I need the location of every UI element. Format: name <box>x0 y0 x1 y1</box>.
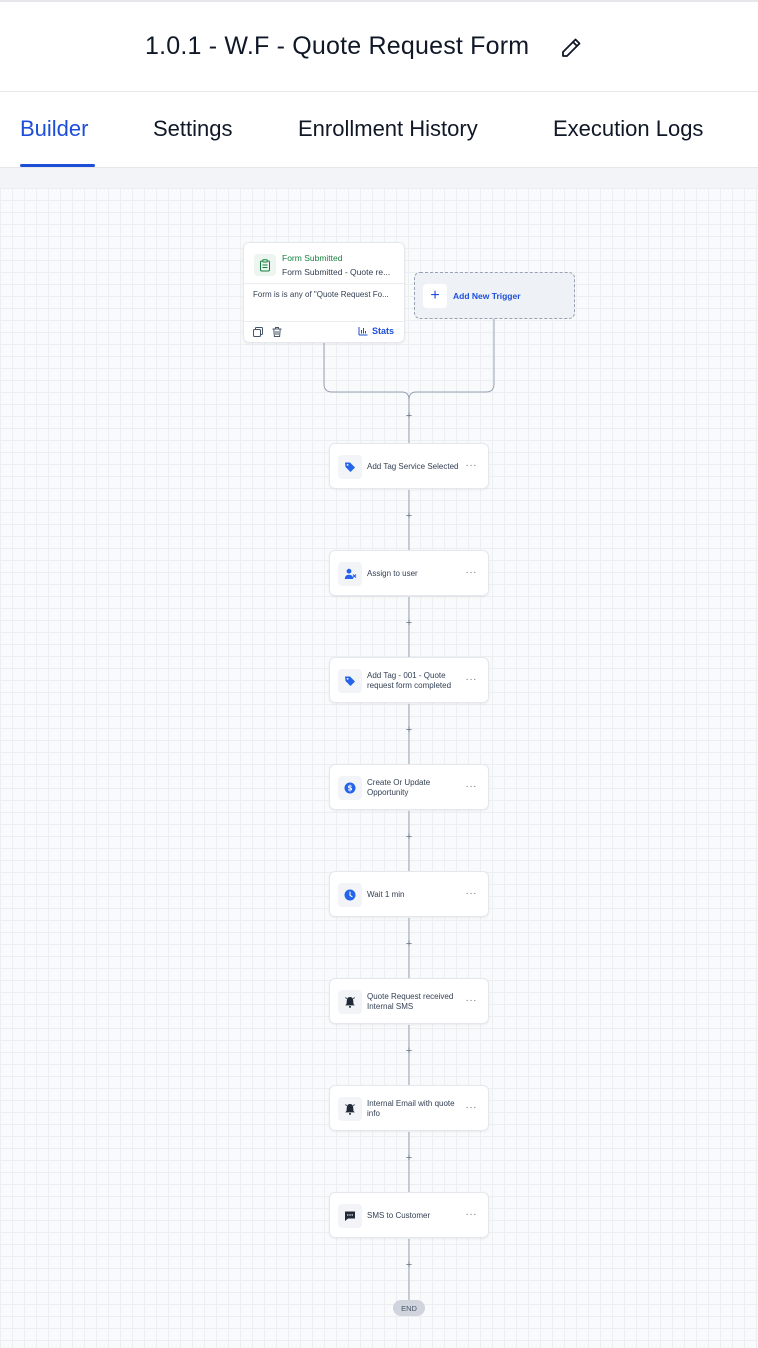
clock-icon <box>338 883 362 907</box>
action-label: Create Or Update Opportunity <box>367 778 431 797</box>
action-label: Add Tag - 001 - Quote request form compl… <box>367 671 452 690</box>
tag-icon <box>338 669 362 693</box>
more-options-icon[interactable]: ··· <box>466 996 478 1006</box>
trigger-title: Form Submitted <box>282 253 343 263</box>
stats-label: Stats <box>372 326 395 336</box>
workflow-title[interactable]: 1.0.1 - W.F - Quote Request Form <box>145 32 529 61</box>
add-step-button[interactable]: + <box>402 409 416 423</box>
action-card-add-tag-quote-request-completed[interactable]: Add Tag - 001 - Quote request form compl… <box>329 657 489 703</box>
tab-execution-logs[interactable]: Execution Logs <box>553 116 703 142</box>
add-step-button[interactable]: + <box>402 723 416 737</box>
stats-button[interactable]: Stats <box>358 326 394 336</box>
add-step-button[interactable]: + <box>402 1258 416 1272</box>
action-label: Wait 1 min <box>367 890 405 899</box>
add-step-button[interactable]: + <box>402 509 416 523</box>
add-step-button[interactable]: + <box>402 937 416 951</box>
action-label: Internal Email with quote info <box>367 1099 455 1118</box>
header-bar: 1.0.1 - W.F - Quote Request Form <box>0 0 758 92</box>
pencil-icon <box>562 38 581 57</box>
tab-settings[interactable]: Settings <box>153 116 233 142</box>
trigger-card[interactable]: Form Submitted Form Submitted - Quote re… <box>243 242 405 343</box>
more-options-icon[interactable]: ··· <box>466 1103 478 1113</box>
trash-icon[interactable] <box>271 326 283 338</box>
more-options-icon[interactable]: ··· <box>466 675 478 685</box>
more-options-icon[interactable]: ··· <box>466 568 478 578</box>
add-step-button[interactable]: + <box>402 830 416 844</box>
trigger-subtitle: Form Submitted - Quote re... <box>282 267 391 277</box>
add-new-trigger-button[interactable]: + Add New Trigger <box>414 272 575 319</box>
bell-icon <box>338 1097 362 1121</box>
bell-icon <box>338 990 362 1014</box>
action-card-create-or-update-opportunity[interactable]: $ Create Or Update Opportunity ··· <box>329 764 489 810</box>
action-label: SMS to Customer <box>367 1211 431 1220</box>
divider <box>244 283 404 284</box>
more-options-icon[interactable]: ··· <box>466 461 478 471</box>
add-trigger-label: Add New Trigger <box>453 291 521 301</box>
tab-enrollment-history[interactable]: Enrollment History <box>298 116 478 142</box>
message-icon <box>338 1204 362 1228</box>
divider <box>244 321 404 322</box>
clipboard-icon <box>254 254 276 276</box>
more-options-icon[interactable]: ··· <box>466 782 478 792</box>
edit-title-button[interactable] <box>557 33 585 63</box>
user-assign-icon <box>338 562 362 586</box>
action-card-internal-email[interactable]: Internal Email with quote info ··· <box>329 1085 489 1131</box>
add-step-button[interactable]: + <box>402 1044 416 1058</box>
tab-bar: Builder Settings Enrollment History Exec… <box>0 92 758 168</box>
action-card-sms-to-customer[interactable]: SMS to Customer ··· <box>329 1192 489 1238</box>
add-step-button[interactable]: + <box>402 616 416 630</box>
more-options-icon[interactable]: ··· <box>466 889 478 899</box>
toolbar-strip <box>0 168 758 188</box>
tab-builder[interactable]: Builder <box>20 116 88 142</box>
action-card-internal-sms[interactable]: Quote Request received Internal SMS ··· <box>329 978 489 1024</box>
end-node: END <box>393 1300 425 1316</box>
copy-icon[interactable] <box>252 326 264 338</box>
action-card-add-tag-service-selected[interactable]: Add Tag Service Selected ··· <box>329 443 489 489</box>
plus-icon: + <box>423 284 447 308</box>
action-label: Assign to user <box>367 569 418 578</box>
add-step-button[interactable]: + <box>402 1151 416 1165</box>
action-card-wait-1-min[interactable]: Wait 1 min ··· <box>329 871 489 917</box>
dollar-icon: $ <box>338 776 362 800</box>
more-options-icon[interactable]: ··· <box>466 1210 478 1220</box>
active-tab-indicator <box>20 164 95 167</box>
action-label: Quote Request received Internal SMS <box>367 992 454 1011</box>
action-label: Add Tag Service Selected <box>367 462 459 471</box>
tag-icon <box>338 455 362 479</box>
bar-chart-icon <box>358 327 368 336</box>
action-card-assign-to-user[interactable]: Assign to user ··· <box>329 550 489 596</box>
svg-text:$: $ <box>347 784 352 793</box>
trigger-filter-description: Form is is any of "Quote Request Fo... <box>253 290 389 299</box>
